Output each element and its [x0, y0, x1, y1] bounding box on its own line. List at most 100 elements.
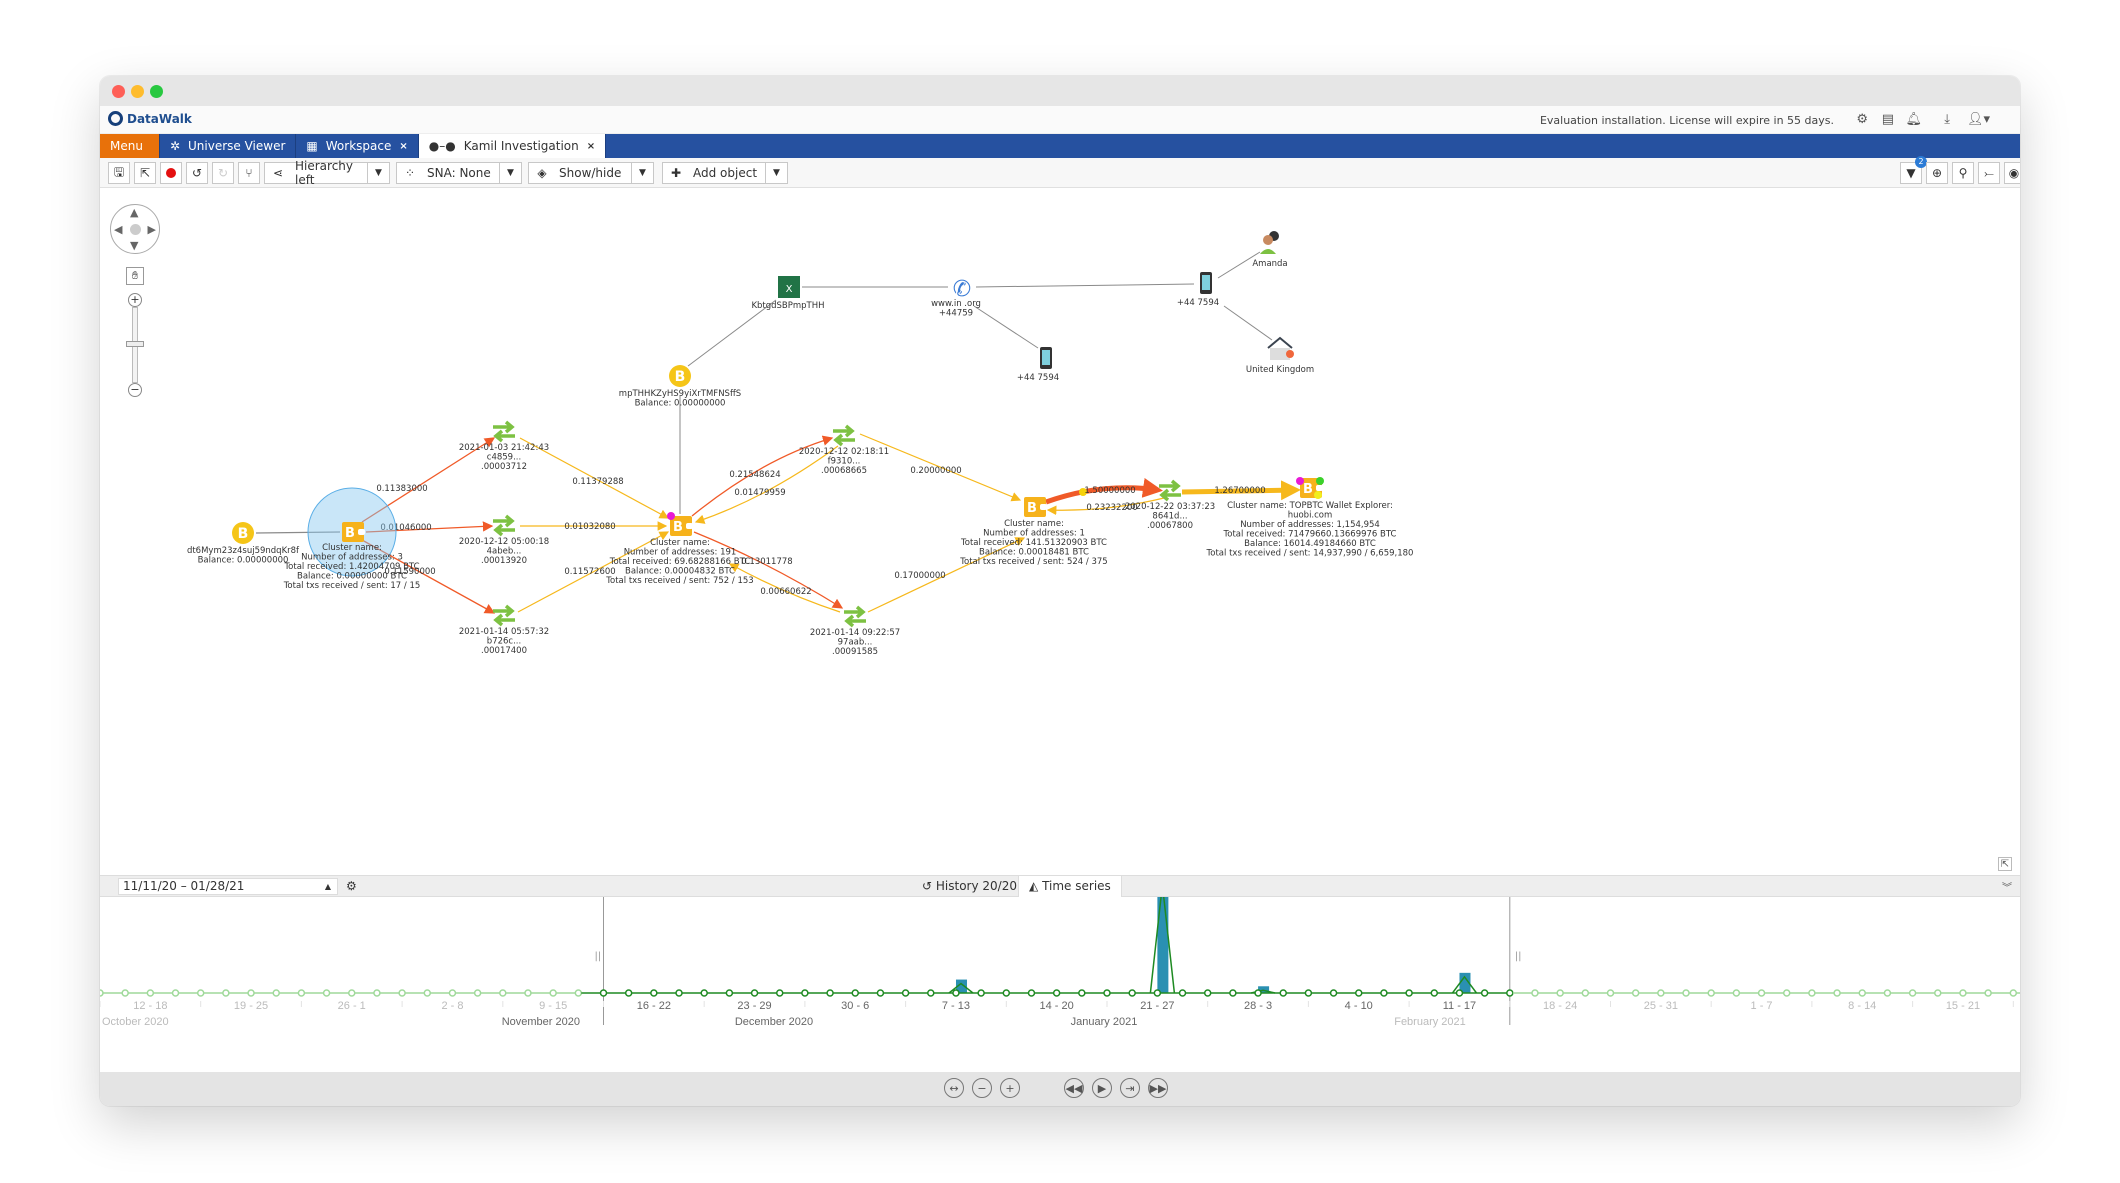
minimize-window-button[interactable]	[131, 85, 144, 98]
close-window-button[interactable]	[112, 85, 125, 98]
date-range-select[interactable]: 11/11/20 – 01/28/21 ▲	[118, 878, 338, 895]
time-series-chart[interactable]: || || 12 - 18 19 - 25 26 - 1 2 - 8 9 - 15 16 - …	[100, 881, 2020, 1072]
series-point	[775, 989, 784, 997]
search-button[interactable]: ⚲	[1952, 162, 1974, 184]
transaction-node[interactable]	[833, 424, 855, 447]
graph-canvas[interactable]: 0.11383000 0.01046000 0.11590000 0.11379288…	[100, 188, 2020, 875]
zoom-out-button[interactable]: −	[128, 383, 142, 397]
graph-svg[interactable]: 0.113830000.010460000.115900000.11379288…	[100, 188, 2020, 875]
time-series-svg[interactable]: || || 12 - 18 19 - 25 26 - 1 2 - 8 9 - 15 16 - …	[100, 881, 2020, 1072]
week-tick-label: 7 - 13	[942, 1000, 970, 1012]
timeline-settings-icon[interactable]: ⚙	[346, 879, 357, 893]
fast-forward-button[interactable]: ▶▶	[1148, 1078, 1168, 1098]
week-tick-label: 9 - 15	[539, 1000, 567, 1012]
close-tab-icon[interactable]: ×	[587, 141, 595, 152]
merge-button[interactable]: ⤚	[1978, 162, 2000, 184]
month-label: November 2020	[502, 1016, 580, 1028]
address-node[interactable]: B	[669, 365, 691, 387]
bell-icon[interactable]: 🔔︎	[1905, 112, 1922, 127]
tab-kamil-investigation[interactable]: ●–● Kamil Investigation ×	[418, 134, 607, 158]
address-node[interactable]: B	[232, 522, 254, 544]
logo: DataWalk	[108, 111, 192, 126]
timeline-zoom-in-button[interactable]: +	[1000, 1078, 1020, 1098]
rewind-button[interactable]: ◀◀	[1064, 1078, 1084, 1098]
transaction-node[interactable]	[844, 605, 866, 628]
timeline-zoom-out-button[interactable]: −	[972, 1078, 992, 1098]
link-edge[interactable]	[975, 283, 1195, 288]
pan-left-icon[interactable]: ◀	[114, 223, 122, 236]
series-point	[121, 989, 129, 997]
node-label: 97aab...	[838, 638, 873, 648]
close-tab-icon[interactable]: ×	[399, 141, 407, 152]
save-button[interactable]: 🖫	[108, 162, 130, 184]
node-label: Balance: 16014.49184660 BTC	[1244, 539, 1376, 549]
zoom-in-button[interactable]: +	[128, 293, 142, 307]
mobile-node[interactable]	[1200, 272, 1212, 294]
filter-button[interactable]: ▼ 2	[1900, 156, 1927, 184]
node-label: dt6Mym23z4suj59ndqKr8f	[187, 546, 300, 556]
tab-universe-viewer[interactable]: ✲ Universe Viewer	[160, 134, 297, 158]
eye-button[interactable]: ◉	[2004, 162, 2020, 184]
play-button[interactable]: ▶	[1092, 1078, 1112, 1098]
tab-menu[interactable]: Menu	[100, 134, 160, 158]
zoom-slider-handle[interactable]	[126, 341, 144, 347]
in-edge[interactable]	[694, 445, 839, 524]
chevron-down-icon[interactable]: ▼	[765, 163, 787, 183]
cluster-node[interactable]: B	[342, 522, 365, 542]
node-label: www.in .org	[931, 299, 981, 309]
transaction-node[interactable]	[493, 514, 515, 537]
series-point	[1002, 989, 1011, 997]
sna-select[interactable]: ⁘ SNA: None ▼	[396, 162, 522, 184]
record-button[interactable]	[160, 162, 182, 184]
pan-down-icon[interactable]: ▼	[130, 239, 138, 252]
transaction-node[interactable]	[493, 604, 515, 627]
pan-right-icon[interactable]: ▶	[148, 223, 156, 236]
series-point	[675, 989, 683, 997]
layout-select[interactable]: ⋖ Hierarchy left ▼	[264, 159, 390, 187]
person-node[interactable]	[1260, 231, 1279, 254]
hand-tool-button[interactable]: ✋︎	[126, 267, 144, 285]
edge-label: 0.20000000	[910, 466, 961, 476]
redo-button[interactable]: ↻	[212, 162, 234, 184]
add-object-select[interactable]: ✚ Add object ▼	[662, 162, 788, 184]
tab-time-series[interactable]: ◭ Time series	[1018, 876, 1122, 897]
download-icon[interactable]: ⤓	[1944, 112, 1950, 127]
link-edge[interactable]	[973, 305, 1039, 349]
add-circle-button[interactable]: ⊕	[1926, 162, 1948, 184]
tab-history[interactable]: ↺ History 20/20	[912, 876, 1027, 897]
chevron-down-icon[interactable]: ▼	[631, 163, 653, 183]
excel-glyph: X	[786, 284, 793, 295]
node-label: +44 7594	[1017, 373, 1059, 383]
step-end-button[interactable]: ⇥	[1120, 1078, 1140, 1098]
transaction-node[interactable]	[493, 420, 515, 443]
location-node[interactable]	[1267, 336, 1294, 360]
user-menu-icon[interactable]: 👤︎▾	[1967, 112, 1990, 127]
transaction-node[interactable]	[1159, 479, 1181, 502]
file-node[interactable]: X	[778, 276, 800, 298]
series-point	[1757, 989, 1766, 997]
cluster-node[interactable]: B	[1024, 497, 1047, 517]
mobile-node[interactable]	[1040, 347, 1052, 369]
selection-handle[interactable]: ||	[595, 951, 602, 962]
series-point	[549, 989, 557, 997]
add-branch-button[interactable]: ⑂	[238, 162, 260, 184]
pan-center-icon[interactable]	[130, 224, 141, 235]
export-button[interactable]: ⇱	[134, 162, 156, 184]
pan-up-icon[interactable]: ▲	[130, 206, 138, 219]
settings-icon[interactable]: ⚙	[1856, 112, 1868, 127]
undo-button[interactable]: ↺	[186, 162, 208, 184]
collapse-icon[interactable]: ︾	[2002, 879, 2012, 894]
tab-workspace[interactable]: ▦ Workspace ×	[296, 134, 419, 158]
pan-control[interactable]: ▲ ◀ ▶ ▼	[110, 204, 160, 254]
fit-button[interactable]: ↔	[944, 1078, 964, 1098]
chevron-down-icon[interactable]: ▼	[367, 163, 389, 183]
selection-handle[interactable]: ||	[1515, 951, 1522, 962]
chevron-down-icon[interactable]: ▼	[499, 163, 521, 183]
expand-icon[interactable]: ⇱	[1998, 857, 2012, 871]
link-edge[interactable]	[1223, 305, 1273, 341]
node-label: .00013920	[481, 556, 527, 566]
showhide-select[interactable]: ◈ Show/hide ▼	[528, 162, 654, 184]
edge-label: 1.26700000	[1214, 486, 1265, 496]
clipboard-icon[interactable]: ▤	[1882, 112, 1894, 127]
maximize-window-button[interactable]	[150, 85, 163, 98]
